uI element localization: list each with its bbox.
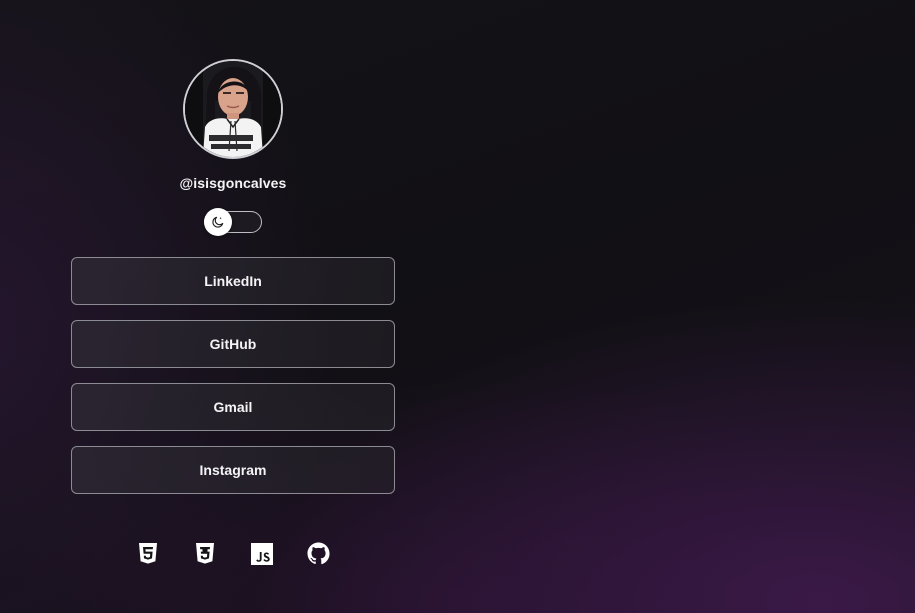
css3-icon[interactable]: [193, 542, 216, 565]
profile-card: @isisgoncalves LinkedIn GitHub Gmail Ins…: [71, 59, 395, 494]
html5-icon[interactable]: [136, 542, 159, 565]
theme-toggle[interactable]: [204, 208, 262, 236]
instagram-button[interactable]: Instagram: [71, 446, 395, 494]
javascript-icon[interactable]: [250, 542, 273, 565]
moon-icon: [212, 216, 224, 228]
username: @isisgoncalves: [179, 175, 287, 191]
footer-icons: [136, 542, 330, 565]
avatar-photo: [185, 61, 281, 157]
avatar: [183, 59, 283, 159]
gmail-button[interactable]: Gmail: [71, 383, 395, 431]
github-icon[interactable]: [307, 542, 330, 565]
linkedin-button[interactable]: LinkedIn: [71, 257, 395, 305]
toggle-knob[interactable]: [204, 208, 232, 236]
github-button[interactable]: GitHub: [71, 320, 395, 368]
link-list: LinkedIn GitHub Gmail Instagram: [71, 257, 395, 494]
